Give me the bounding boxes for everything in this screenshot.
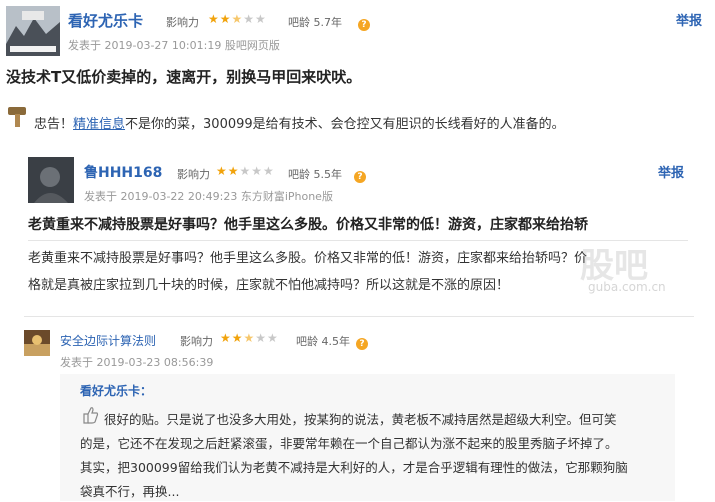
reply-author[interactable]: 安全边际计算法则 [60,332,156,349]
quote-post-time: 发表于 2019-03-22 20:49:23 东方财富iPhone版 [84,190,333,203]
reply-line4: 袋真不行，再换... [80,484,180,499]
quote-author[interactable]: 鲁HHH168 [84,162,162,182]
reply-avatar[interactable] [24,330,50,356]
reply-account-age: 吧龄 4.5年 [296,335,350,348]
reply-post-time: 发表于 2019-03-23 08:56:39 [60,356,214,369]
post-body-prefix: 忠告！ [34,117,74,132]
avatar[interactable] [6,6,60,56]
quote-account-age: 吧龄 5.5年 [288,168,342,181]
avatar-image [6,6,60,56]
quote-body-line2: 格就是真被庄家拉到几十块的时候，庄家就不怕他减持吗？所以这就是不涨的原因！ [28,278,510,293]
post-body-suffix: 不是你的菜，300099是给有技术、会仓控又有胆识的长线看好的人准备的。 [125,117,565,132]
thumbs-up-icon [80,405,100,429]
quote-title: 老黄重来不减持股票是好事吗？他手里这么多股。价格又非常的低！游资，庄家都来给抬轿 [28,217,588,233]
precise-info-link[interactable]: 精准信息 [73,117,125,132]
quote-influence-label: 影响力 [177,168,210,181]
post-body: 忠告！精准信息不是你的菜，300099是给有技术、会仓控又有胆识的长线看好的人准… [34,112,565,137]
reply-line1: 很好的贴。只是说了也没多大用处，按某狗的说法，黄老板不减持居然是超级大利空。但可… [104,412,617,427]
quote-report-link[interactable]: 举报 [658,162,684,181]
reply-line2: 的是，它还不在发现之后赶紧滚蛋，非要常年赖在一个自己都认为涨不起来的股里秀脑子坏… [80,436,618,451]
post-title: 没技术T又低价卖掉的，速离开，别换马甲回来吠吠。 [6,68,362,86]
reply-line3: 其实，把300099留给我们认为老黄不减持是大利好的人，才是合乎逻辑有理性的做法… [80,460,628,475]
account-age: 吧龄 5.7年 [288,16,342,29]
post-author[interactable]: 看好尤乐卡 [68,10,143,31]
report-link[interactable]: 举报 [676,10,702,29]
reply-quote-box: 看好尤乐卡： 很好的贴。只是说了也没多大用处，按某狗的说法，黄老板不减持居然是超… [60,374,675,501]
reply-avatar-image [24,330,50,356]
warning-hammer-icon [6,104,30,128]
reply-divider [24,316,694,317]
quote-avatar-image [28,157,74,203]
post-time: 发表于 2019-03-27 10:01:19 股吧网页版 [68,39,280,52]
guba-watermark-url: guba.com.cn [588,280,666,294]
influence-stars: ★★★★★ [208,12,267,26]
quote-avatar[interactable] [28,157,74,203]
quote-influence-stars: ★★★★★ [216,164,275,178]
quote-help-icon[interactable]: ? [354,166,366,185]
quote-body-line1: 老黄重来不减持股票是好事吗？他手里这么多股。价格又非常的低！游资，庄家都来给抬轿… [28,251,588,266]
help-icon[interactable]: ? [358,14,370,33]
reply-help-icon[interactable]: ? [356,333,368,352]
reply-influence-stars: ★★★★★ [220,331,279,345]
reply-influence-label: 影响力 [180,335,213,348]
influence-label: 影响力 [166,16,199,29]
reply-quoted-author[interactable]: 看好尤乐卡： [80,382,152,399]
